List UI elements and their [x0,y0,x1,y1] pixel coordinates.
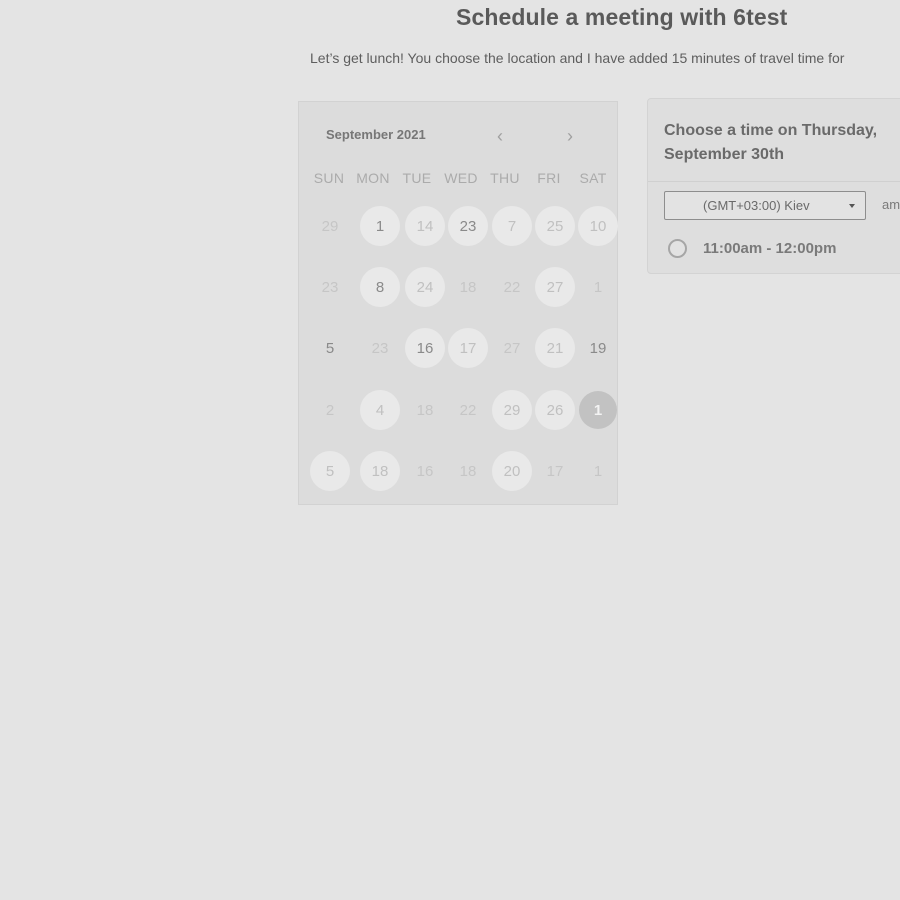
calendar-day[interactable]: 8 [360,267,400,307]
calendar-day[interactable]: 29 [492,390,532,430]
time-format-toggle[interactable]: am [882,197,900,212]
divider [648,181,900,182]
time-slot-label: 11:00am - 12:00pm [703,240,837,257]
weekday-header: SUN MON TUE WED THU FRI SAT [307,170,615,186]
calendar-day[interactable]: 20 [492,451,532,491]
calendar-day[interactable]: 23 [448,206,488,246]
weekday-label: TUE [402,170,432,186]
calendar-day[interactable]: 10 [578,206,618,246]
calendar-day[interactable]: 7 [492,206,532,246]
weekday-label: MON [356,170,390,186]
calendar-day[interactable]: 18 [360,451,400,491]
chevron-left-icon[interactable]: ‹ [497,126,503,146]
calendar-day[interactable]: 16 [405,328,445,368]
weekday-label: SAT [579,170,607,186]
page-description: Let’s get lunch! You choose the location… [310,50,845,66]
calendar-day[interactable]: 17 [448,328,488,368]
calendar-day: 18 [459,462,477,480]
calendar-day[interactable]: 14 [405,206,445,246]
calendar-day[interactable]: 5 [310,451,350,491]
calendar-day: 19 [589,339,607,357]
calendar-day: 22 [503,278,521,296]
timezone-value: (GMT+03:00) Kiev [703,198,810,213]
calendar-day[interactable]: 1 [360,206,400,246]
weekday-label: WED [444,170,478,186]
calendar-month-label: September 2021 [326,127,426,142]
calendar-day: 23 [371,339,389,357]
timezone-select[interactable]: (GMT+03:00) Kiev [664,191,866,220]
calendar-day: 1 [593,278,603,296]
time-selection-panel: Choose a time on Thursday, September 30t… [647,98,900,274]
caret-down-icon [849,204,855,208]
calendar-day[interactable]: 27 [535,267,575,307]
calendar-day[interactable]: 26 [535,390,575,430]
calendar-day: 22 [459,401,477,419]
calendar-day: 1 [593,462,603,480]
calendar-day: 27 [503,339,521,357]
calendar-day: 16 [416,462,434,480]
calendar-day[interactable]: 4 [360,390,400,430]
calendar-day[interactable]: 25 [535,206,575,246]
calendar-day: 29 [321,217,339,235]
weekday-label: THU [490,170,520,186]
calendar-day: 17 [546,462,564,480]
time-slot[interactable]: 11:00am - 12:00pm [668,239,836,258]
chevron-right-icon[interactable]: › [567,126,573,146]
radio-button[interactable] [668,239,687,258]
time-panel-heading: Choose a time on Thursday, September 30t… [664,122,878,163]
page-title: Schedule a meeting with 6test [456,4,788,30]
calendar-day-selected[interactable]: 1 [579,391,617,429]
calendar: September 2021 ‹ › SUN MON TUE WED THU F… [298,101,618,505]
weekday-label: SUN [313,170,345,186]
calendar-day: 2 [325,401,335,419]
calendar-day[interactable]: 24 [405,267,445,307]
calendar-day[interactable]: 21 [535,328,575,368]
calendar-day: 18 [459,278,477,296]
calendar-day: 23 [321,278,339,296]
calendar-day: 5 [325,339,335,357]
weekday-label: FRI [537,170,561,186]
calendar-day: 18 [416,401,434,419]
